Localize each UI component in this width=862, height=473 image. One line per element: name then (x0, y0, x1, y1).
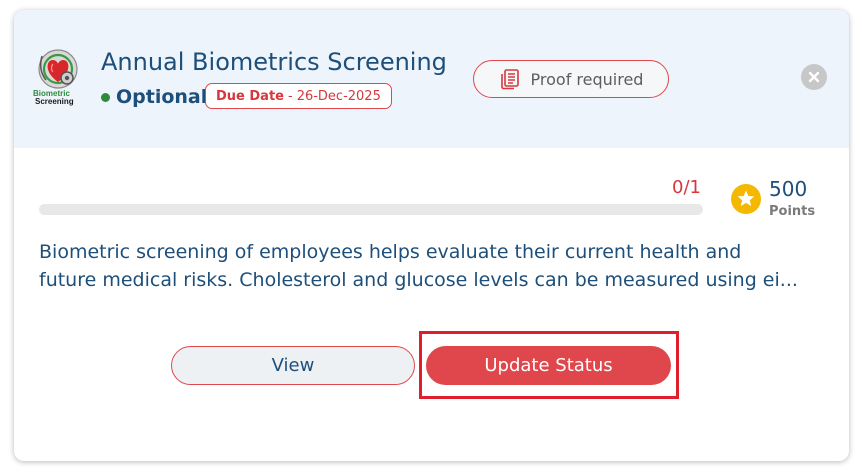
card-header: Biometric Screening Annual Biometrics Sc… (14, 10, 849, 148)
challenge-card: Biometric Screening Annual Biometrics Sc… (14, 10, 849, 461)
challenge-description: Biometric screening of employees helps e… (39, 241, 798, 291)
card-title: Annual Biometrics Screening (101, 48, 447, 76)
optional-indicator: Optional (101, 86, 207, 108)
progress-count: 0/1 (672, 177, 701, 198)
close-button[interactable] (801, 64, 827, 90)
progress-bar (39, 204, 703, 215)
star-icon (731, 184, 761, 214)
document-icon (500, 69, 519, 90)
due-date-value: 26-Dec-2025 (296, 88, 381, 104)
logo-text-line2: Screening (35, 97, 74, 106)
view-button[interactable]: View (171, 346, 415, 385)
points-value: 500 (769, 177, 808, 201)
update-status-button[interactable]: Update Status (426, 346, 671, 385)
status-dot-icon (101, 92, 110, 102)
due-date-separator: - (287, 88, 293, 104)
due-date-badge: Due Date - 26-Dec-2025 (205, 83, 392, 109)
close-icon (808, 71, 820, 83)
points-label: Points (769, 204, 816, 219)
biometric-screening-logo: Biometric Screening (33, 49, 78, 106)
optional-label: Optional (116, 86, 208, 108)
due-date-label: Due Date (216, 88, 284, 104)
proof-required-label: Proof required (530, 69, 644, 89)
proof-required-badge[interactable]: Proof required (473, 60, 669, 98)
